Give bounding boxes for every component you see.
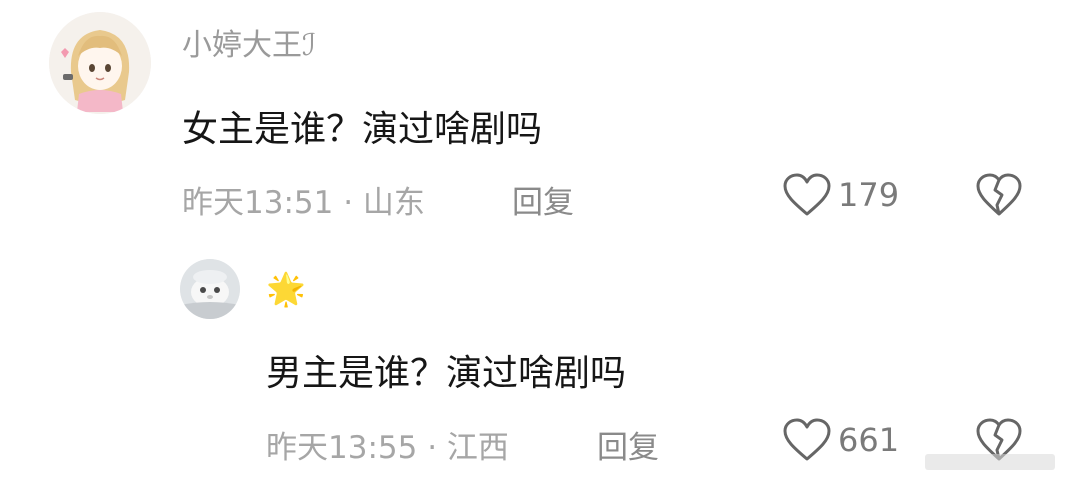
comment-meta: 昨天13:55 · 江西 — [266, 430, 509, 466]
heart-icon[interactable] — [782, 418, 832, 462]
watermark — [925, 450, 1055, 474]
reply-button[interactable]: 回复 — [597, 422, 659, 467]
comment-meta: 昨天13:51 · 山东 — [182, 185, 425, 221]
avatar[interactable] — [180, 259, 240, 319]
comment-text: 女主是谁？演过啥剧吗 — [182, 109, 543, 150]
heart-icon[interactable] — [782, 173, 832, 217]
avatar[interactable] — [49, 12, 151, 114]
like-count: 179 — [838, 176, 900, 214]
username[interactable]: 小婷大王ℐ — [182, 20, 316, 64]
username[interactable]: 🌟 — [266, 270, 306, 308]
like-count: 661 — [838, 421, 900, 459]
broken-heart-icon[interactable] — [975, 173, 1023, 217]
reply-button[interactable]: 回复 — [512, 177, 574, 222]
comment-text: 男主是谁？演过啥剧吗 — [266, 353, 627, 394]
